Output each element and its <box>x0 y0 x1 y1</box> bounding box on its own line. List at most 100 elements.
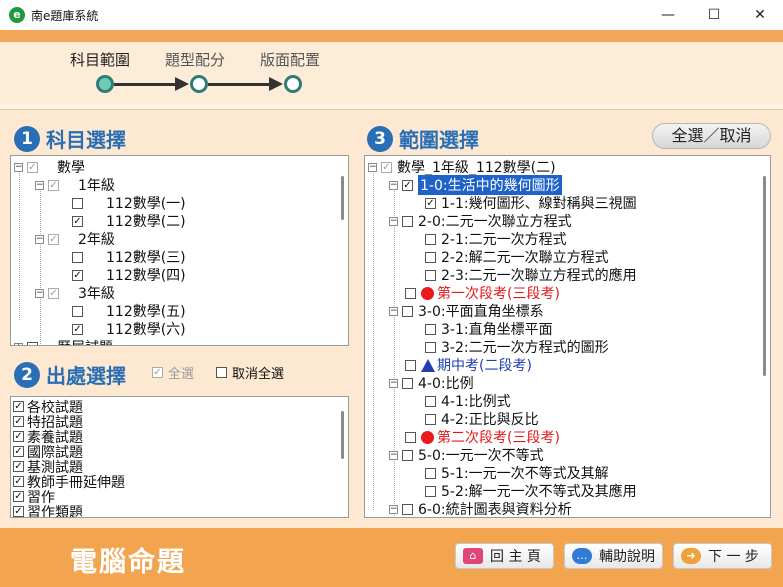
collapse-icon[interactable]: − <box>35 288 44 298</box>
checkbox[interactable]: ✓ <box>27 161 38 173</box>
tree-item[interactable]: 3-1:直角坐標平面 <box>425 320 553 338</box>
tree-item[interactable]: 2-3:二元一次聯立方程式的應用 <box>425 266 637 284</box>
tree-item[interactable]: ✓ 112數學(二) <box>72 212 186 230</box>
scrollbar-thumb[interactable] <box>341 411 344 459</box>
checkbox[interactable] <box>27 341 38 345</box>
home-button[interactable]: ⌂ 回 主 頁 <box>455 543 554 569</box>
tree-item[interactable]: − 6-0:統計圖表與資料分析 <box>389 500 572 517</box>
collapse-icon[interactable]: − <box>389 504 398 514</box>
checkbox[interactable]: ✓ <box>13 491 24 502</box>
list-item[interactable]: ✓ 習作類題 <box>13 504 83 517</box>
maximize-button[interactable]: ☐ <box>691 0 737 30</box>
help-button[interactable]: … 輔助說明 <box>564 543 663 569</box>
select-all-option[interactable]: ✓ 全選 <box>152 363 194 382</box>
checkbox[interactable] <box>425 233 436 245</box>
checkbox[interactable]: ✓ <box>13 506 24 517</box>
tree-item[interactable]: ✓ 112數學(四) <box>72 266 186 284</box>
tree-item[interactable]: 第一次段考(三段考) <box>405 284 560 302</box>
checkbox[interactable] <box>425 413 436 425</box>
checkbox[interactable] <box>425 485 436 497</box>
checkbox[interactable] <box>405 431 416 443</box>
checkbox[interactable] <box>402 215 413 227</box>
tree-item[interactable]: 112數學(五) <box>72 302 186 320</box>
tree-item[interactable]: 5-2:解一元一次不等式及其應用 <box>425 482 637 500</box>
collapse-icon[interactable]: − <box>389 180 398 190</box>
range-tree-panel[interactable]: − ✓ 數學_1年級_112數學(二) − ✓ 1-0:生活中的幾何圖形 ✓ 1… <box>364 155 771 518</box>
tree-item[interactable]: + 歷屆試題 <box>14 338 113 345</box>
tree-item[interactable]: 5-1:一元一次不等式及其解 <box>425 464 609 482</box>
minimize-button[interactable]: — <box>645 0 691 30</box>
tree-item[interactable]: − ✓ 1-0:生活中的幾何圖形 <box>389 175 562 195</box>
collapse-icon[interactable]: − <box>35 234 44 244</box>
checkbox[interactable]: ✓ <box>13 476 24 487</box>
tree-item[interactable]: 2-2:解二元一次聯立方程式 <box>425 248 609 266</box>
tree-item[interactable]: − 2-0:二元一次聯立方程式 <box>389 212 572 230</box>
checkbox[interactable]: ✓ <box>48 233 59 245</box>
checkbox[interactable] <box>425 323 436 335</box>
step-label-subject[interactable]: 科目範圍 <box>70 49 130 70</box>
checkbox[interactable]: ✓ <box>13 461 24 472</box>
checkbox[interactable] <box>425 269 436 281</box>
tree-item[interactable]: ✓ 112數學(六) <box>72 320 186 338</box>
checkbox[interactable]: ✓ <box>48 179 59 191</box>
checkbox[interactable] <box>72 197 83 209</box>
checkbox[interactable] <box>425 395 436 407</box>
tree-item[interactable]: − 5-0:一元一次不等式 <box>389 446 544 464</box>
collapse-icon[interactable]: − <box>389 216 398 226</box>
checkbox[interactable] <box>402 503 413 515</box>
checkbox[interactable]: ✓ <box>381 161 392 173</box>
checkbox[interactable]: ✓ <box>72 269 83 281</box>
checkbox[interactable] <box>402 305 413 317</box>
checkbox[interactable]: ✓ <box>152 367 163 378</box>
collapse-icon[interactable]: − <box>389 306 398 316</box>
tree-item[interactable]: ✓ 1-1:幾何圖形、線對稱與三視圖 <box>425 194 637 212</box>
collapse-icon[interactable]: − <box>368 162 377 172</box>
collapse-icon[interactable]: − <box>35 180 44 190</box>
scrollbar-thumb[interactable] <box>341 176 344 220</box>
next-button[interactable]: ➜ 下 一 步 <box>673 543 772 569</box>
checkbox[interactable] <box>425 251 436 263</box>
checkbox[interactable]: ✓ <box>402 179 413 191</box>
collapse-icon[interactable]: − <box>389 450 398 460</box>
checkbox[interactable]: ✓ <box>425 197 436 209</box>
tree-item[interactable]: 112數學(三) <box>72 248 186 266</box>
close-button[interactable]: ✕ <box>737 0 783 30</box>
source-list-panel[interactable]: ✓ 各校試題 ✓ 特招試題 ✓ 素養試題 ✓ 國際試題 ✓ 基測試題 ✓ 教師手冊延伸題 ✓… <box>10 396 349 518</box>
toggle-select-all-button[interactable]: 全選／取消 <box>652 123 771 149</box>
checkbox[interactable] <box>216 367 227 378</box>
expand-icon[interactable]: + <box>14 342 23 345</box>
checkbox[interactable] <box>402 377 413 389</box>
scrollbar-thumb[interactable] <box>763 176 766 376</box>
subject-tree-panel[interactable]: − ✓ 數學 − ✓ 1年級 112數學(一) ✓ 112數學(二) − ✓ 2… <box>10 155 349 346</box>
tree-item[interactable]: 第二次段考(三段考) <box>405 428 560 446</box>
checkbox[interactable]: ✓ <box>13 431 24 442</box>
tree-item[interactable]: 4-2:正比與反比 <box>425 410 539 428</box>
tree-item[interactable]: 3-2:二元一次方程式的圖形 <box>425 338 609 356</box>
tree-item[interactable]: 2-1:二元一次方程式 <box>425 230 567 248</box>
checkbox[interactable]: ✓ <box>72 215 83 227</box>
tree-item[interactable]: 112數學(一) <box>72 194 186 212</box>
step-label-layout[interactable]: 版面配置 <box>260 49 320 70</box>
collapse-icon[interactable]: − <box>14 162 23 172</box>
tree-item[interactable]: − ✓ 3年級 <box>35 284 115 302</box>
tree-item[interactable]: − ✓ 2年級 <box>35 230 115 248</box>
deselect-all-option[interactable]: 取消全選 <box>216 363 284 382</box>
tree-item[interactable]: − 3-0:平面直角坐標系 <box>389 302 544 320</box>
checkbox[interactable] <box>72 305 83 317</box>
tree-item[interactable]: − 4-0:比例 <box>389 374 474 392</box>
checkbox[interactable] <box>405 359 416 371</box>
tree-item[interactable]: − ✓ 數學 <box>14 158 85 176</box>
checkbox[interactable] <box>425 341 436 353</box>
checkbox[interactable]: ✓ <box>72 323 83 335</box>
checkbox[interactable]: ✓ <box>13 446 24 457</box>
tree-item[interactable]: − ✓ 數學_1年級_112數學(二) <box>368 158 556 176</box>
checkbox[interactable]: ✓ <box>13 401 24 412</box>
tree-item[interactable]: 期中考(二段考) <box>405 356 532 374</box>
checkbox[interactable] <box>402 449 413 461</box>
collapse-icon[interactable]: − <box>389 378 398 388</box>
checkbox[interactable] <box>405 287 416 299</box>
step-label-question-type[interactable]: 題型配分 <box>165 49 225 70</box>
checkbox[interactable] <box>425 467 436 479</box>
checkbox[interactable]: ✓ <box>13 416 24 427</box>
tree-item[interactable]: − ✓ 1年級 <box>35 176 115 194</box>
